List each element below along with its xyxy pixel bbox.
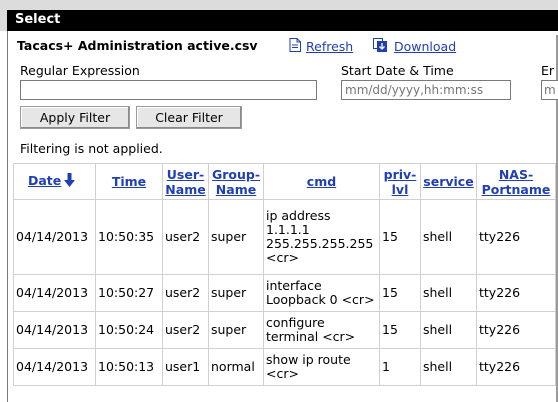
cell-user-name: user2 — [162, 199, 209, 275]
download-link[interactable]: Download — [373, 38, 456, 55]
column-header-group-name[interactable]: Group- Name — [208, 163, 264, 200]
refresh-link[interactable]: Refresh — [289, 38, 353, 55]
cell-cmd: configure terminal <cr> — [263, 311, 380, 349]
cell-nas-portname: tty226 — [476, 348, 556, 386]
cell-date: 04/14/2013 — [13, 348, 96, 386]
cell-service: shell — [420, 199, 477, 275]
column-header-cmd[interactable]: cmd — [263, 163, 380, 200]
cell-cmd: ip address 1.1.1.1 255.255.255.255 <cr> — [263, 199, 380, 275]
cell-time: 10:50:35 — [95, 199, 163, 275]
refresh-label[interactable]: Refresh — [306, 39, 353, 54]
table-row: 04/14/2013 10:50:24 user2 super configur… — [13, 311, 556, 349]
cell-nas-portname: tty226 — [476, 274, 556, 312]
cell-cmd: show ip route <cr> — [263, 348, 380, 386]
window-title: Select — [15, 12, 61, 27]
window-titlebar: Select — [0, 0, 558, 31]
cell-service: shell — [420, 274, 477, 312]
regex-label: Regular Expression — [20, 63, 140, 78]
file-title: Tacacs+ Administration active.csv — [17, 38, 258, 53]
cell-nas-portname: tty226 — [476, 199, 556, 275]
end-date-label: Er — [541, 63, 555, 78]
regex-input[interactable] — [20, 80, 317, 100]
cell-group-name: super — [208, 311, 264, 349]
download-label[interactable]: Download — [394, 39, 456, 54]
cell-date: 04/14/2013 — [13, 311, 96, 349]
start-date-label: Start Date & Time — [341, 63, 454, 78]
cell-time: 10:50:24 — [95, 311, 163, 349]
cell-user-name: user2 — [162, 274, 209, 312]
clear-filter-button[interactable]: Clear Filter — [136, 106, 242, 129]
download-icon — [373, 38, 389, 55]
cell-cmd: interface Loopback 0 <cr> — [263, 274, 380, 312]
apply-filter-button[interactable]: Apply Filter — [20, 106, 130, 129]
cell-time: 10:50:13 — [95, 348, 163, 386]
table-header-row: Date Time User- Name Group- Name cmd priv-… — [13, 163, 556, 200]
cell-date: 04/14/2013 — [13, 199, 96, 275]
cell-priv-lvl: 15 — [379, 311, 421, 349]
title-bar: Select — [7, 10, 558, 31]
cell-priv-lvl: 1 — [379, 348, 421, 386]
column-header-service[interactable]: service — [420, 163, 477, 200]
column-header-date[interactable]: Date — [13, 163, 96, 200]
cell-group-name: super — [208, 199, 264, 275]
table-row: 04/14/2013 10:50:13 user1 normal show ip… — [13, 348, 556, 386]
cell-group-name: normal — [208, 348, 264, 386]
column-header-priv-lvl[interactable]: priv-lvl — [379, 163, 421, 200]
cell-service: shell — [420, 311, 477, 349]
cell-service: shell — [420, 348, 477, 386]
column-header-user-name[interactable]: User- Name — [162, 163, 209, 200]
table-row: 04/14/2013 10:50:35 user2 super ip addre… — [13, 199, 556, 275]
cell-priv-lvl: 15 — [379, 274, 421, 312]
cell-user-name: user2 — [162, 311, 209, 349]
log-table: Date Time User- Name Group- Name cmd priv-… — [13, 163, 556, 386]
table-row: 04/14/2013 10:50:27 user2 super interfac… — [13, 274, 556, 312]
refresh-icon — [289, 38, 301, 55]
cell-user-name: user1 — [162, 348, 209, 386]
cell-priv-lvl: 15 — [379, 199, 421, 275]
cell-group-name: super — [208, 274, 264, 312]
cell-nas-portname: tty226 — [476, 311, 556, 349]
end-date-input[interactable] — [541, 80, 558, 100]
start-date-input[interactable] — [341, 80, 511, 100]
cell-time: 10:50:27 — [95, 274, 163, 312]
cell-date: 04/14/2013 — [13, 274, 96, 312]
sort-descending-icon — [64, 173, 76, 190]
filter-status-text: Filtering is not applied. — [20, 141, 163, 156]
column-header-time[interactable]: Time — [95, 163, 163, 200]
column-header-nas-portname[interactable]: NAS- Portname — [476, 163, 556, 200]
